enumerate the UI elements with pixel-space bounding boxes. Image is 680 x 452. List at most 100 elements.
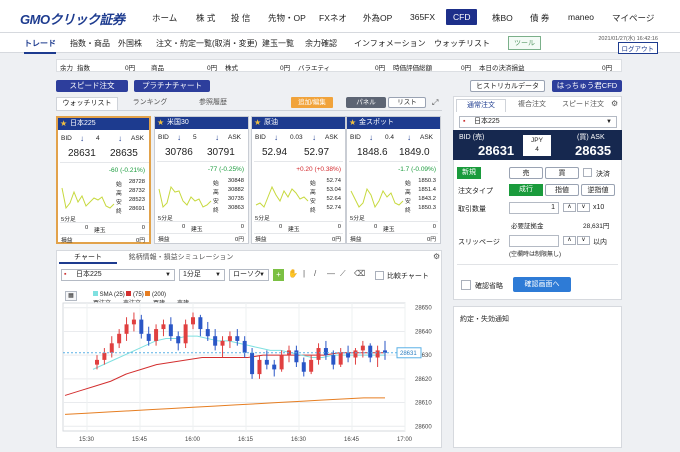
subnav-margin[interactable]: 余力確認 <box>305 38 337 49</box>
nav-bo[interactable]: 株BO <box>492 12 513 24</box>
nav-home[interactable]: ホーム <box>152 12 177 24</box>
ohlc-value: 28523 <box>128 197 145 203</box>
bid-price[interactable]: 1848.6 <box>357 147 388 158</box>
brand-logo[interactable]: GMOクリック証券 <box>20 9 125 28</box>
account-summary: 余力 指数 0円 商品 0円 株式 0円 バラエティ 0円 時価評価総額 0円 … <box>56 59 622 72</box>
price-card[interactable]: 米国30 ★ BID ↓ 5 ↓ ASK 30786 30791 -77 (-0.25%) 始 308… <box>154 116 249 244</box>
candle-body <box>235 336 240 341</box>
nav-funds[interactable]: 投 信 <box>231 12 250 24</box>
nav-cfd[interactable]: CFD <box>446 9 478 25</box>
position-label: 建玉 <box>191 227 203 233</box>
subnav-info[interactable]: インフォメーション <box>354 38 426 49</box>
nav-fxop[interactable]: 外為OP <box>363 12 392 24</box>
ask-label: ASK <box>325 134 339 141</box>
slippage-up-icon[interactable]: ∧ <box>563 236 576 245</box>
ask-price[interactable]: 30791 <box>207 147 235 158</box>
bid-price[interactable]: 28631 <box>478 143 514 158</box>
tab-speed-order[interactable]: スピード注文 <box>558 99 608 112</box>
hacchou-button[interactable]: はっちゅう君CFD <box>552 80 622 92</box>
bid-price[interactable]: 52.94 <box>262 147 287 158</box>
tab-normal-order[interactable]: 通常注文 <box>456 99 506 112</box>
card-header[interactable]: 米国30 <box>155 117 248 129</box>
quantity-down-icon[interactable]: ∨ <box>577 203 590 212</box>
ask-price[interactable]: 1849.0 <box>399 147 430 158</box>
star-icon[interactable]: ★ <box>60 118 67 130</box>
tab-ranking[interactable]: ランキング <box>119 97 181 110</box>
nav-maneo[interactable]: maneo <box>568 12 594 22</box>
nav-futures[interactable]: 先物・OP <box>268 12 306 24</box>
top-nav-bar: GMOクリック証券 ホーム 株 式 投 信 先物・OP FXネオ 外為OP 36… <box>0 0 680 33</box>
ohlc-value: 30735 <box>227 196 244 202</box>
subnav-index[interactable]: 指数・商品 <box>70 38 110 49</box>
subnav-orders[interactable]: 注文・約定一覧(取消・変更) <box>156 38 257 49</box>
slippage-down-icon[interactable]: ∨ <box>577 236 590 245</box>
nav-stocks[interactable]: 株 式 <box>196 12 215 24</box>
confirm-button[interactable]: 確認画面へ <box>513 277 571 292</box>
ask-price[interactable]: 28635 <box>575 143 611 158</box>
star-icon[interactable]: ★ <box>349 117 356 129</box>
star-icon[interactable]: ★ <box>254 117 261 129</box>
ohlc-label: 終 <box>405 208 411 214</box>
card-header[interactable]: 日本225 <box>58 118 149 130</box>
acct-sub: 株式 <box>225 65 238 72</box>
x-tick-label: 15:30 <box>79 437 95 443</box>
settle-label: 決済 <box>596 171 610 178</box>
nav-fxneo[interactable]: FXネオ <box>319 12 347 24</box>
tab-history[interactable]: 参照履歴 <box>182 97 244 110</box>
expand-icon[interactable]: ⤢ <box>432 98 438 108</box>
price-card[interactable]: 原油 ★ BID ↓ 0.03 ↓ ASK 52.94 52.97 +0.20 (+0.38%) 始… <box>251 116 346 244</box>
stop-order-button[interactable]: 逆指値 <box>581 184 615 196</box>
panel-view-button[interactable]: パネル <box>346 97 386 108</box>
candle-body <box>213 336 218 346</box>
buy-button[interactable]: 買 <box>545 167 579 179</box>
tab-complex-order[interactable]: 複合注文 <box>507 99 557 112</box>
star-icon[interactable]: ★ <box>157 117 164 129</box>
quantity-input[interactable]: 1 <box>509 202 559 214</box>
nav-365fx[interactable]: 365FX <box>410 12 435 22</box>
nav-mypage[interactable]: マイページ <box>612 12 654 24</box>
spread: 4 <box>535 146 539 153</box>
ohlc-label: 始 <box>213 181 219 187</box>
sell-button[interactable]: 売 <box>509 167 543 179</box>
bid-price[interactable]: 28631 <box>68 148 96 159</box>
order-settings-icon[interactable]: ⚙ <box>611 99 618 108</box>
candlestick-chart[interactable]: 28650286402863028620286102860015:30 15:45… <box>57 251 441 447</box>
tab-watchlist[interactable]: ウォッチリスト <box>56 97 118 110</box>
divider <box>157 161 246 162</box>
nav-bonds[interactable]: 債 券 <box>530 12 549 24</box>
card-header[interactable]: 原油 <box>252 117 345 129</box>
ask-price[interactable]: 52.97 <box>304 147 329 158</box>
price-card[interactable]: 日本225 ★ BID ↓ 4 ↓ ASK 28631 28635 -60 (-0.21%) 始 28… <box>56 116 151 244</box>
historical-data-button[interactable]: ヒストリカルデータ <box>470 80 545 92</box>
limit-order-button[interactable]: 指値 <box>545 184 579 196</box>
candle-body <box>346 352 351 358</box>
ask-price[interactable]: 28635 <box>110 148 138 159</box>
list-view-button[interactable]: リスト <box>388 97 426 108</box>
platinum-chart-button[interactable]: プラチナチャート <box>134 80 210 92</box>
bid-label: BID (売) <box>459 134 485 141</box>
acct-sub: 指数 <box>77 65 90 72</box>
speed-order-button[interactable]: スピード注文 <box>56 80 128 92</box>
subnav-trade[interactable]: トレード <box>24 38 56 54</box>
new-order-tag[interactable]: 新規 <box>457 167 481 179</box>
subnav-watchlist[interactable]: ウォッチリスト <box>434 38 490 49</box>
subnav-foreign[interactable]: 外国株 <box>118 38 142 49</box>
candle-body <box>331 355 336 365</box>
tool-button[interactable]: ツール <box>508 36 541 50</box>
slippage-input[interactable] <box>509 235 559 247</box>
price-card[interactable]: 金スポット ★ BID ↓ 0.4 ↓ ASK 1848.6 1849.0 -1.7 (-0.09… <box>346 116 441 244</box>
logout-button[interactable]: ログアウト <box>617 42 658 54</box>
candle-body <box>176 336 181 344</box>
order-symbol-select[interactable]: ▪ 日本225 ▼ <box>459 116 617 128</box>
market-order-button[interactable]: 成行 <box>509 184 543 196</box>
settle-checkbox[interactable] <box>583 168 592 177</box>
candle-body <box>117 333 122 344</box>
quantity-up-icon[interactable]: ∧ <box>563 203 576 212</box>
card-header[interactable]: 金スポット <box>347 117 440 129</box>
ask-label: (買) ASK <box>577 134 605 141</box>
subnav-positions[interactable]: 建玉一覧 <box>262 38 294 49</box>
bid-price[interactable]: 30786 <box>165 147 193 158</box>
ohlc-label: 安 <box>405 199 411 205</box>
skip-confirm-checkbox[interactable] <box>461 280 471 290</box>
add-edit-button[interactable]: 追加/編集 <box>291 97 333 108</box>
